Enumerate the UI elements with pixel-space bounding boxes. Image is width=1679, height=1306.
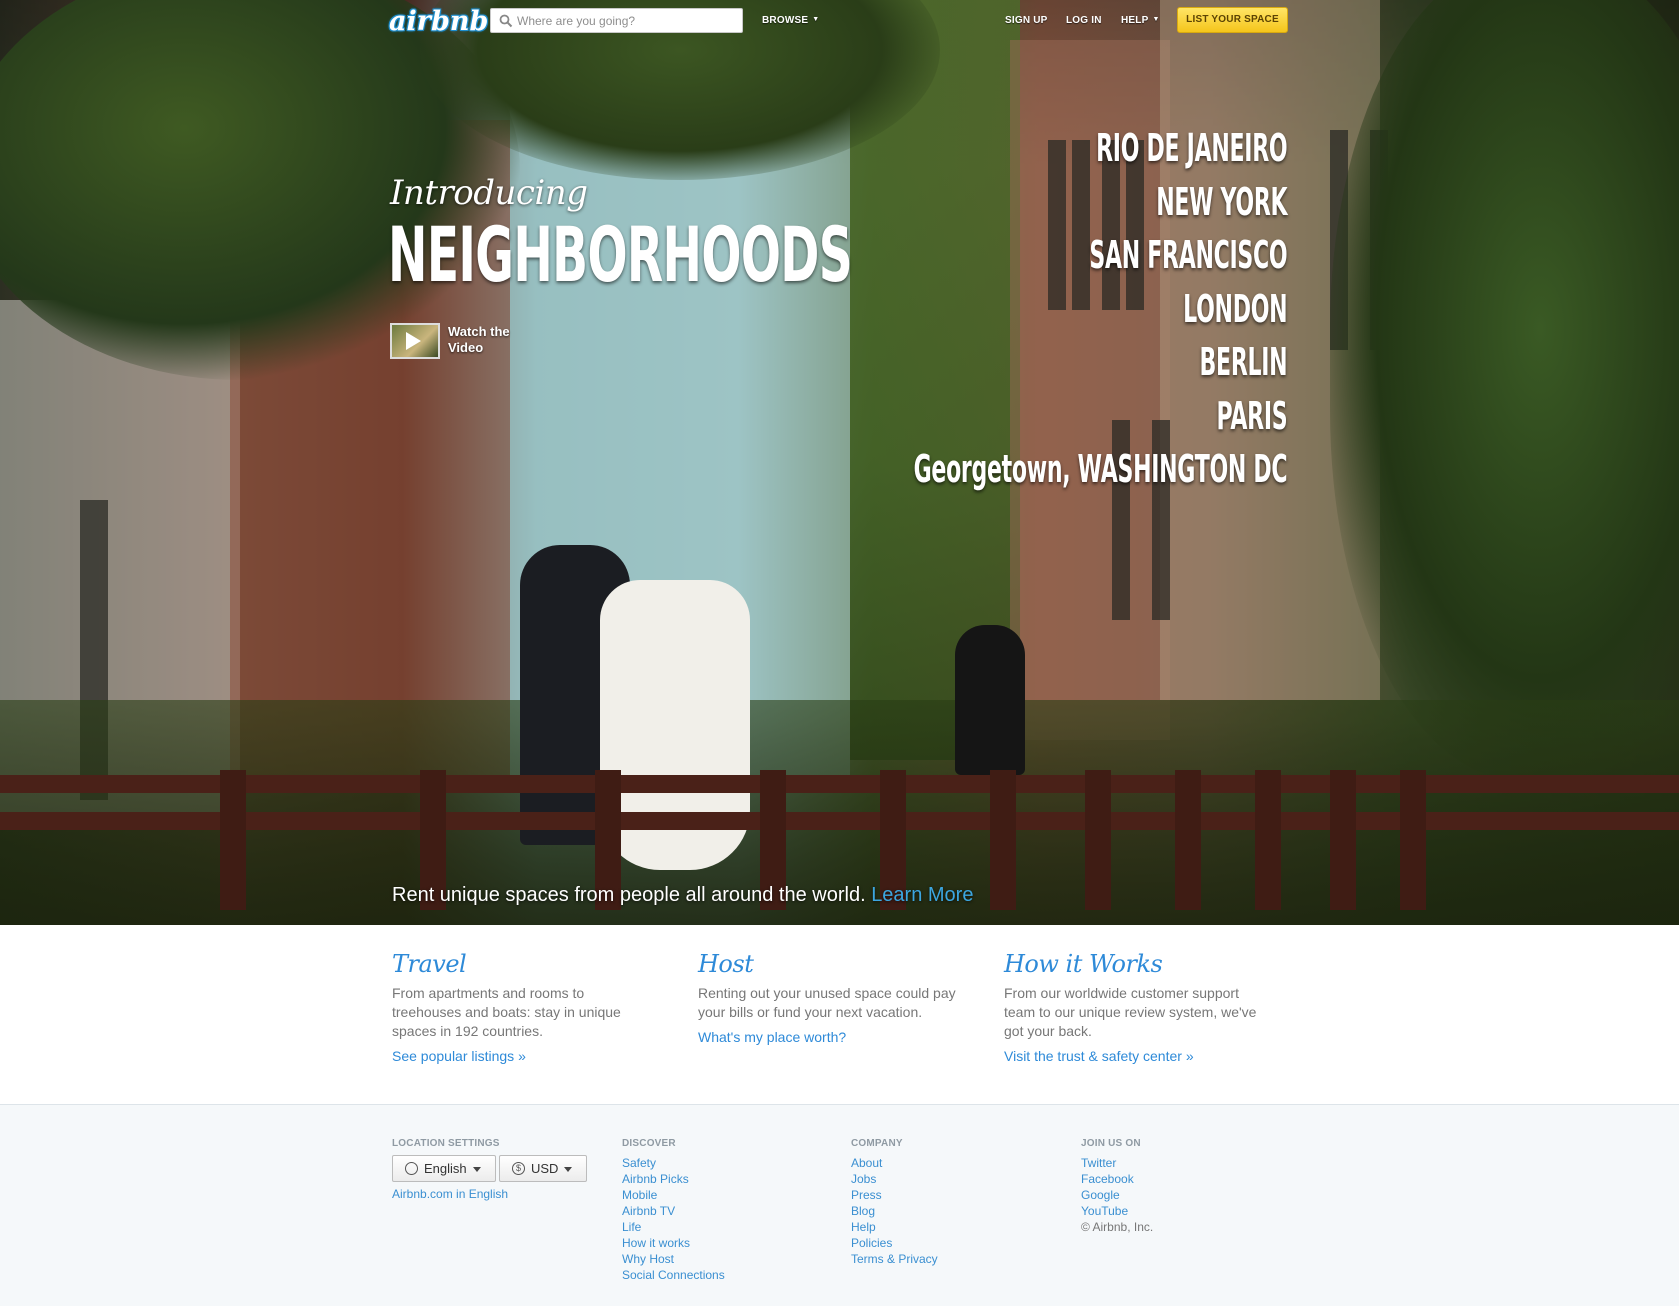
footer-link-youtube[interactable]: YouTube [1081,1203,1153,1219]
hero-photo-fence-rail [0,775,1679,793]
chevron-down-icon [473,1167,481,1172]
watch-video-label[interactable]: Watch the Video [448,324,528,356]
city-link-london[interactable]: LONDON [913,283,1287,337]
feature-host: Host Renting out your unused space could… [698,950,960,1045]
footer-link-twitter[interactable]: Twitter [1081,1155,1153,1171]
footer-link-blog[interactable]: Blog [851,1203,938,1219]
help-menu[interactable]: HELP ▼ [1121,15,1160,26]
watch-video-button[interactable]: Watch the Video [390,323,540,359]
hero-photo-fence-post [1330,770,1356,910]
whats-my-place-worth-link[interactable]: What's my place worth? [698,1029,960,1045]
footer-link-airbnb-tv[interactable]: Airbnb TV [622,1203,725,1219]
footer-link-about[interactable]: About [851,1155,938,1171]
hero-photo-fence-post [1085,770,1111,910]
hero-photo-fence-rail [0,812,1679,830]
footer-company: COMPANY About Jobs Press Blog Help Polic… [851,1138,938,1267]
city-link-washington-dc[interactable]: Georgetown, WASHINGTON DC [913,443,1287,497]
hero-photo-fence-post [990,770,1016,910]
video-thumbnail[interactable] [390,323,440,359]
hero-photo-tree-right [1330,0,1679,780]
footer-link-airbnb-picks[interactable]: Airbnb Picks [622,1171,725,1187]
help-label: HELP [1121,15,1149,26]
footer-heading: JOIN US ON [1081,1138,1141,1149]
feature-travel: Travel From apartments and rooms to tree… [392,950,654,1064]
chevron-down-icon: ▼ [1152,16,1160,23]
learn-more-link[interactable]: Learn More [871,884,973,906]
footer-link-mobile[interactable]: Mobile [622,1187,725,1203]
log-in-link[interactable]: LOG IN [1066,15,1102,26]
hero-tagline: Rent unique spaces from people all aroun… [392,884,973,907]
footer-link-why-host[interactable]: Why Host [622,1251,725,1267]
feature-description: From apartments and rooms to treehouses … [392,985,621,1039]
feature-description: From our worldwide customer support team… [1004,985,1257,1039]
chevron-down-icon [564,1167,572,1172]
feature-title: Host [698,950,754,978]
trust-safety-center-link[interactable]: Visit the trust & safety center » [1004,1048,1266,1064]
footer-link-life[interactable]: Life [622,1219,725,1235]
tagline-text: Rent unique spaces from people all aroun… [392,884,866,906]
hero-intro: Introducing [390,173,588,213]
chevron-down-icon: ▼ [812,16,820,23]
list-your-space-button[interactable]: LIST YOUR SPACE [1177,7,1288,33]
hero-photo-photographer [955,625,1025,775]
see-popular-listings-link[interactable]: See popular listings » [392,1048,654,1064]
currency-value: USD [531,1161,559,1176]
search-box[interactable] [490,8,743,33]
footer-link-press[interactable]: Press [851,1187,938,1203]
footer-heading: COMPANY [851,1138,903,1149]
language-select[interactable]: English [392,1155,496,1182]
currency-select[interactable]: $ USD [499,1155,587,1182]
browse-menu[interactable]: BROWSE ▼ [762,15,819,26]
footer-link-terms-privacy[interactable]: Terms & Privacy [851,1251,938,1267]
footer-link-jobs[interactable]: Jobs [851,1171,938,1187]
feature-how-it-works: How it Works From our worldwide customer… [1004,950,1266,1064]
dollar-icon: $ [512,1162,525,1175]
footer: LOCATION SETTINGS English $ USD Airbnb.c… [0,1104,1679,1306]
footer-link-help[interactable]: Help [851,1219,938,1235]
footer-link-how-it-works[interactable]: How it works [622,1235,725,1251]
hero-photo-fence-post [1400,770,1426,910]
footer-discover: DISCOVER Safety Airbnb Picks Mobile Airb… [622,1138,725,1283]
city-link-rio-de-janeiro[interactable]: RIO DE JANEIRO [913,122,1288,176]
feature-title: How it Works [1004,950,1163,978]
city-link-paris[interactable]: PARIS [913,390,1287,444]
footer-link-safety[interactable]: Safety [622,1155,725,1171]
footer-link-social-connections[interactable]: Social Connections [622,1267,725,1283]
footer-link-google[interactable]: Google [1081,1187,1153,1203]
site-language-link[interactable]: Airbnb.com in English [392,1187,508,1201]
footer-heading: LOCATION SETTINGS [392,1138,500,1149]
hero-photo-fence-post [1175,770,1201,910]
hero-photo-fence-post [220,770,246,910]
search-input[interactable] [517,11,737,31]
search-icon [499,14,513,28]
copyright: © Airbnb, Inc. [1081,1220,1154,1234]
city-link-san-francisco[interactable]: SAN FRANCISCO [913,229,1287,283]
sign-up-link[interactable]: SIGN UP [1005,15,1048,26]
footer-location-settings: LOCATION SETTINGS [392,1138,602,1155]
footer-join-us: JOIN US ON Twitter Facebook Google YouTu… [1081,1138,1153,1235]
footer-link-policies[interactable]: Policies [851,1235,938,1251]
footer-link-facebook[interactable]: Facebook [1081,1171,1153,1187]
language-value: English [424,1161,467,1176]
feature-title: Travel [392,950,467,978]
airbnb-logo[interactable]: airbnb [389,6,488,38]
browse-label: BROWSE [762,15,809,26]
city-link-berlin[interactable]: BERLIN [913,336,1287,390]
globe-icon [405,1162,418,1175]
hero-photo-fence-post [1255,770,1281,910]
footer-heading: DISCOVER [622,1138,676,1149]
city-link-new-york[interactable]: NEW YORK [913,176,1287,230]
city-list: RIO DE JANEIRO NEW YORK SAN FRANCISCO LO… [643,122,1287,497]
feature-description: Renting out your unused space could pay … [698,985,956,1020]
play-icon [406,332,421,350]
